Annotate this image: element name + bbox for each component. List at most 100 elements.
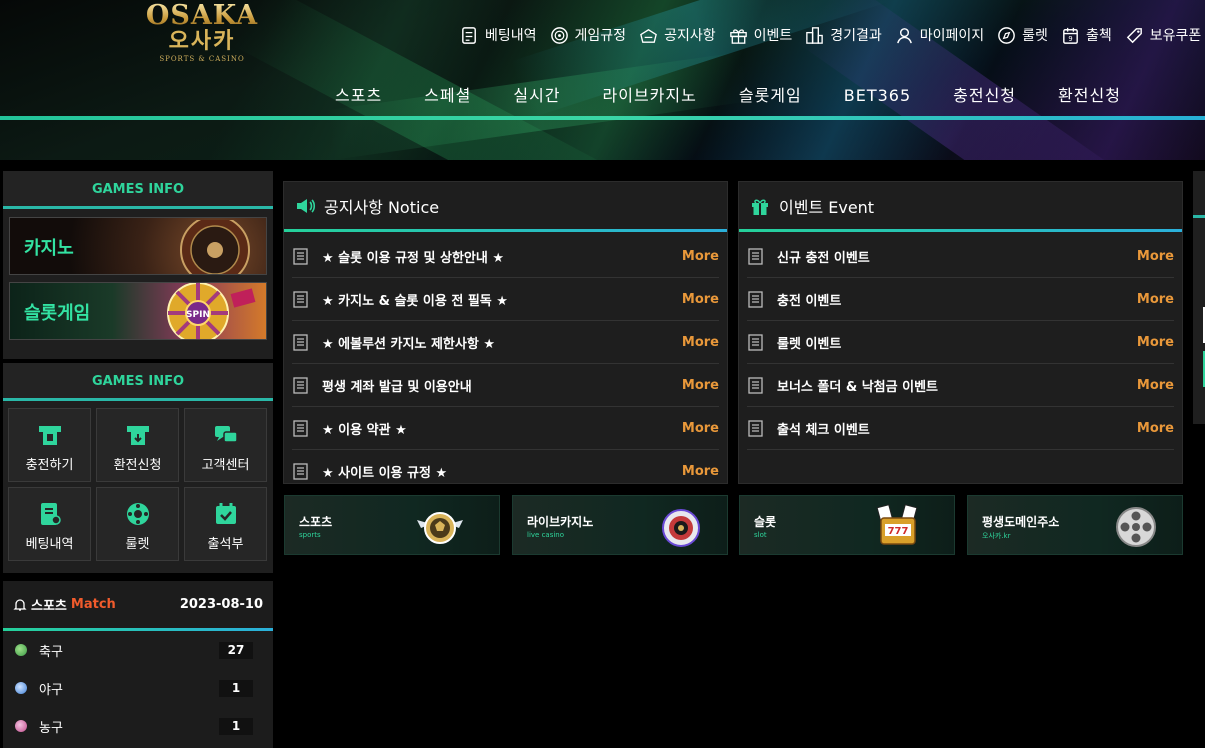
- banner-label: 카지노: [24, 238, 74, 259]
- quick-banner-slot[interactable]: 슬롯 slot 777: [739, 495, 955, 555]
- more-link[interactable]: More: [1137, 335, 1174, 350]
- bet-slip-icon: [40, 503, 61, 525]
- notice-item[interactable]: ★ 슬롯 이용 규정 및 상한안내 ★ More: [292, 235, 719, 278]
- event-list: 신규 충전 이벤트 More 충전 이벤트 More 룰렛 이벤트 More 보…: [739, 232, 1182, 450]
- topnav-notice[interactable]: 공지사항: [638, 21, 716, 49]
- more-link[interactable]: More: [1137, 292, 1174, 307]
- match-row-baseball[interactable]: 야구 1: [3, 669, 273, 707]
- topnav-event[interactable]: 이벤트: [728, 21, 792, 49]
- withdraw-icon: [126, 426, 149, 445]
- quick-banner-title: 평생도메인주소: [982, 515, 1060, 529]
- mainnav-withdraw[interactable]: 환전신청: [1037, 83, 1142, 109]
- more-link[interactable]: More: [682, 292, 719, 307]
- event-item[interactable]: 출석 체크 이벤트 More: [747, 407, 1174, 450]
- logo-korean: 오사카: [168, 29, 236, 54]
- topnav-game-rules[interactable]: 게임규정: [549, 21, 626, 49]
- notice-item-title: ★ 에볼루션 카지노 제한사항 ★: [322, 336, 495, 352]
- top-utility-nav: 베팅내역 게임규정 공지사항 이벤트 경기결과 마이페이지 룰렛 9 출첵 보유…: [459, 21, 1205, 49]
- more-link[interactable]: More: [682, 378, 719, 393]
- topnav-label: 공지사항: [664, 28, 716, 44]
- topnav-results[interactable]: 경기결과: [804, 21, 882, 49]
- event-item[interactable]: 보너스 폴더 & 낙첨금 이벤트 More: [747, 364, 1174, 407]
- basketball-icon: [15, 720, 27, 732]
- more-link[interactable]: More: [1137, 249, 1174, 264]
- topnav-coupon[interactable]: 보유쿠폰: [1124, 21, 1202, 49]
- button-label: 환전신청: [113, 458, 162, 473]
- match-row-soccer[interactable]: 축구 27: [3, 631, 273, 669]
- notice-item[interactable]: ★ 사이트 이용 규정 ★ More: [292, 450, 719, 483]
- event-item[interactable]: 신규 충전 이벤트 More: [747, 235, 1174, 278]
- match-count: 27: [219, 641, 253, 659]
- button-label: 출석부: [207, 537, 244, 552]
- event-item-title: 충전 이벤트: [777, 293, 842, 309]
- quick-banner-sub: live casino: [527, 531, 565, 539]
- event-item[interactable]: 룰렛 이벤트 More: [747, 321, 1174, 364]
- topnav-label: 보유쿠폰: [1149, 28, 1202, 44]
- calendar-icon: 9: [1063, 27, 1078, 44]
- customer-center-button[interactable]: 고객센터: [184, 408, 267, 482]
- more-link[interactable]: More: [682, 421, 719, 436]
- notice-list: ★ 슬롯 이용 규정 및 상한안내 ★ More ★ 카지노 & 슬롯 이용 전…: [284, 232, 727, 483]
- document-icon: [748, 420, 763, 437]
- soccer-ball-icon: [417, 512, 463, 544]
- notice-item[interactable]: ★ 이용 약관 ★ More: [292, 407, 719, 450]
- attendance-button[interactable]: 출석부: [184, 487, 267, 561]
- notice-title: 공지사항 Notice: [324, 197, 440, 217]
- event-board: 이벤트 Event 신규 충전 이벤트 More 충전 이벤트 More 룰렛 …: [738, 181, 1183, 484]
- event-item-title: 신규 충전 이벤트: [777, 250, 870, 266]
- quick-banner-live-casino[interactable]: 라이브카지노 live casino: [512, 495, 728, 555]
- withdraw-button[interactable]: 환전신청: [96, 408, 179, 482]
- topnav-attendance[interactable]: 9 출첵: [1060, 21, 1112, 49]
- notice-item[interactable]: ★ 에볼루션 카지노 제한사항 ★ More: [292, 321, 719, 364]
- quick-banner-domain[interactable]: 평생도메인주소 오사카.kr: [967, 495, 1183, 555]
- notice-item[interactable]: 평생 계좌 발급 및 이용안내 More: [292, 364, 719, 407]
- topnav-mypage[interactable]: 마이페이지: [894, 21, 984, 49]
- event-item-title: 보너스 폴더 & 낙첨금 이벤트: [777, 379, 939, 395]
- mainnav-live[interactable]: 실시간: [492, 83, 581, 109]
- more-link[interactable]: More: [1137, 378, 1174, 393]
- topnav-roulette[interactable]: 룰렛: [996, 21, 1048, 49]
- buildings-icon: [806, 26, 824, 44]
- event-item[interactable]: 충전 이벤트 More: [747, 278, 1174, 321]
- site-logo[interactable]: OSAKA 오사카 SPORTS & CASINO: [143, 2, 261, 64]
- mainnav-deposit[interactable]: 충전신청: [932, 83, 1037, 109]
- event-title: 이벤트 Event: [779, 197, 875, 217]
- mainnav-live-casino[interactable]: 라이브카지노: [582, 83, 718, 109]
- button-label: 베팅내역: [25, 537, 74, 552]
- document-icon: [293, 248, 308, 265]
- match-count: 1: [219, 679, 253, 697]
- more-link[interactable]: More: [682, 335, 719, 350]
- compass-icon: [998, 26, 1016, 44]
- more-link[interactable]: More: [1137, 421, 1174, 436]
- event-header: 이벤트 Event: [739, 182, 1182, 232]
- sport-name: 야구: [39, 682, 63, 698]
- roulette-button[interactable]: 룰렛: [96, 487, 179, 561]
- games-info-panel: GAMES INFO 카지노 SPIN 슬롯게임: [3, 171, 273, 359]
- document-icon: [293, 291, 308, 308]
- mainnav-slot[interactable]: 슬롯게임: [718, 83, 823, 109]
- match-title-accent: Match: [70, 597, 116, 612]
- mainnav-bet365[interactable]: BET365: [823, 83, 932, 109]
- spin-wheel-icon: SPIN: [167, 283, 256, 339]
- notice-item[interactable]: ★ 카지노 & 슬롯 이용 전 필독 ★ More: [292, 278, 719, 321]
- deposit-button[interactable]: 충전하기: [8, 408, 91, 482]
- roulette-wheel-icon: [662, 509, 700, 547]
- casino-banner[interactable]: 카지노: [9, 217, 267, 275]
- match-row-basketball[interactable]: 농구 1: [3, 707, 273, 745]
- topnav-betting-history[interactable]: 베팅내역: [459, 21, 537, 49]
- slot-banner[interactable]: SPIN 슬롯게임: [9, 282, 267, 340]
- mainnav-sports[interactable]: 스포츠: [314, 83, 403, 109]
- mainnav-special[interactable]: 스페셜: [403, 83, 492, 109]
- notice-item-title: ★ 이용 약관 ★: [322, 422, 407, 438]
- quick-banner-sub: slot: [754, 531, 767, 539]
- banner-label: 슬롯게임: [24, 303, 91, 324]
- megaphone-icon: [640, 28, 657, 43]
- more-link[interactable]: More: [682, 249, 719, 264]
- quick-menu-grid: 충전하기 환전신청 고객센터 베팅내역 룰렛 출석부: [8, 408, 267, 561]
- chat-icon: [214, 426, 238, 443]
- logo-english: OSAKA: [143, 2, 261, 30]
- more-link[interactable]: More: [682, 464, 719, 479]
- betting-history-button[interactable]: 베팅내역: [8, 487, 91, 561]
- quick-banner-sports[interactable]: 스포츠 sports: [284, 495, 500, 555]
- notice-item-title: 평생 계좌 발급 및 이용안내: [322, 379, 472, 395]
